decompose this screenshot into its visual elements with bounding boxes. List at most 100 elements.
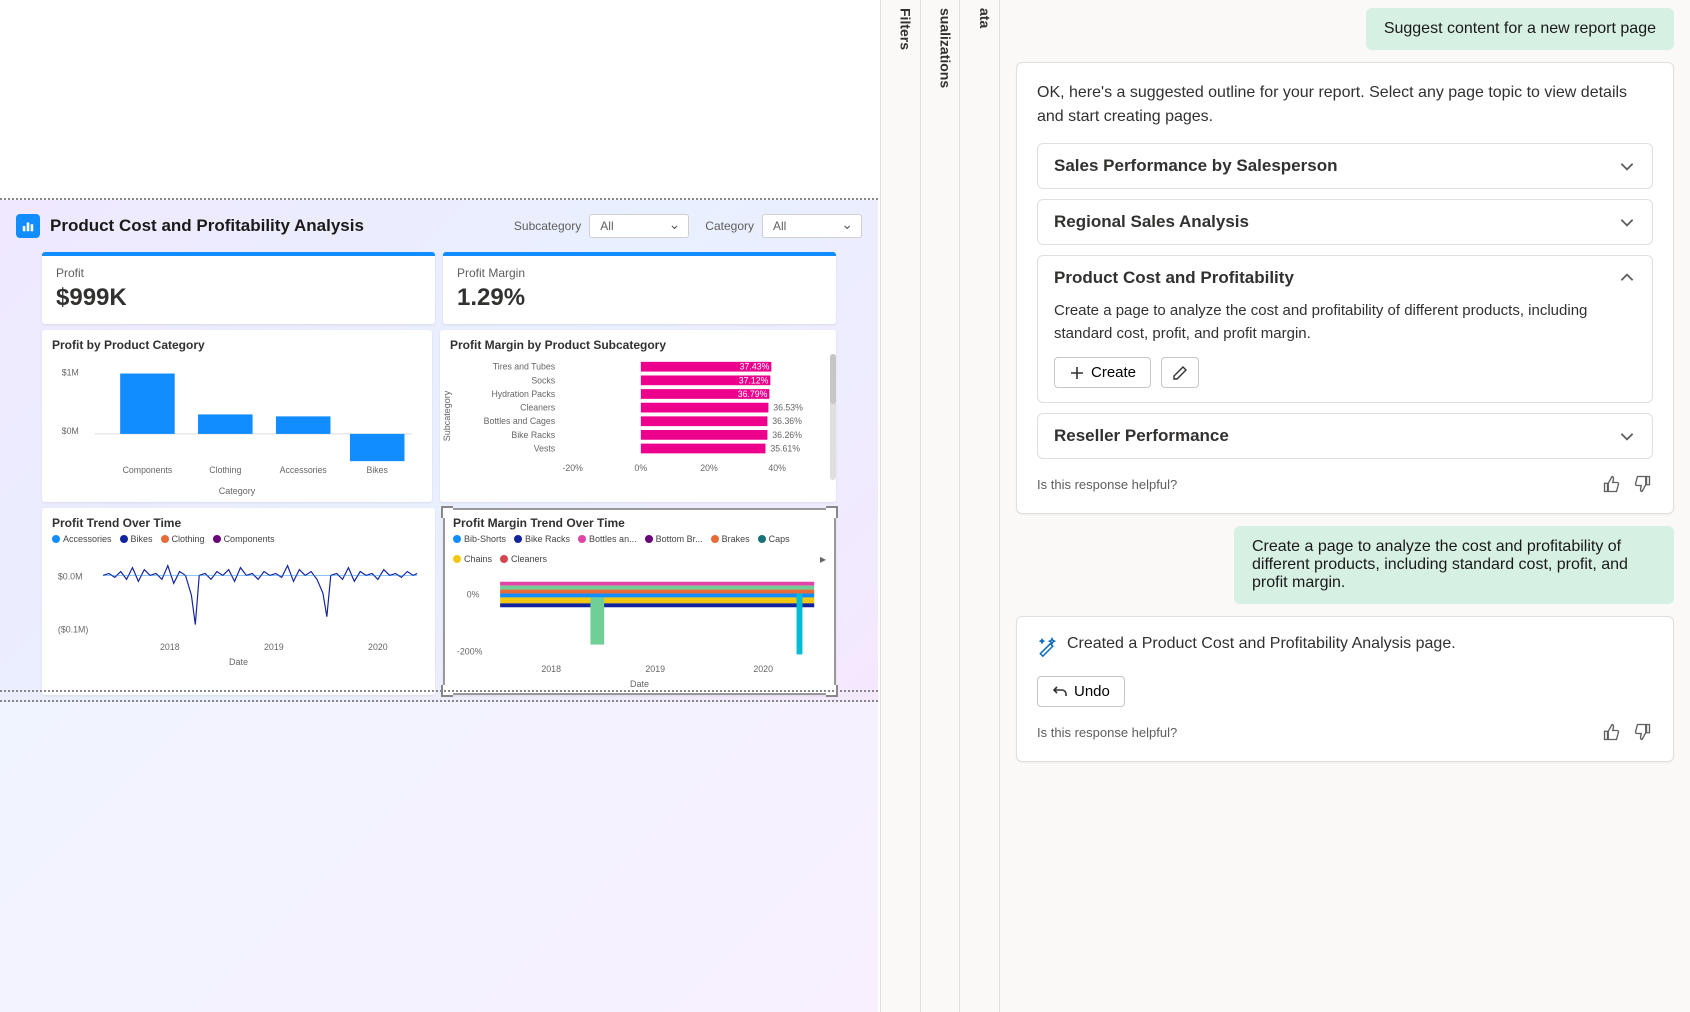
undo-button[interactable]: Undo	[1037, 676, 1125, 707]
svg-text:36.53%: 36.53%	[773, 403, 803, 413]
svg-text:40%: 40%	[768, 463, 786, 473]
topic-sales-performance[interactable]: Sales Performance by Salesperson	[1037, 143, 1653, 189]
chevron-down-icon	[1618, 427, 1636, 445]
thumbs-down-button[interactable]	[1631, 473, 1653, 495]
svg-text:Bike Racks: Bike Racks	[511, 430, 555, 440]
svg-text:Cleaners: Cleaners	[520, 403, 556, 413]
topic-regional-sales[interactable]: Regional Sales Analysis	[1037, 199, 1653, 245]
page-title: Product Cost and Profitability Analysis	[50, 216, 364, 236]
svg-text:2020: 2020	[753, 664, 773, 674]
svg-text:Socks: Socks	[531, 375, 555, 385]
svg-text:2019: 2019	[645, 664, 665, 674]
thumbs-up-button[interactable]	[1601, 473, 1623, 495]
topic-title: Product Cost and Profitability	[1054, 268, 1294, 288]
legend-overflow-icon[interactable]: ▸	[820, 552, 826, 566]
kpi-profit[interactable]: Profit $999K	[42, 252, 435, 324]
svg-text:Tires and Tubes: Tires and Tubes	[493, 362, 556, 372]
svg-text:Bottles and Cages: Bottles and Cages	[484, 416, 556, 426]
y-axis-label: Subcategory	[442, 391, 452, 442]
svg-text:2020: 2020	[368, 642, 388, 652]
report-page[interactable]: Product Cost and Profitability Analysis …	[0, 200, 878, 709]
svg-text:Hydration Packs: Hydration Packs	[491, 389, 555, 399]
undo-icon	[1052, 684, 1068, 700]
x-axis-label: Date	[52, 657, 425, 667]
thumbs-up-button[interactable]	[1601, 721, 1623, 743]
assistant-response: OK, here's a suggested outline for your …	[1016, 62, 1674, 514]
report-icon	[16, 214, 40, 238]
filter-category-label: Category	[705, 219, 754, 233]
report-canvas[interactable]: Product Cost and Profitability Analysis …	[0, 0, 880, 1012]
feedback-prompt: Is this response helpful?	[1037, 725, 1177, 740]
topic-title: Regional Sales Analysis	[1054, 212, 1249, 232]
user-message: Create a page to analyze the cost and pr…	[1234, 526, 1674, 604]
svg-text:37.12%: 37.12%	[739, 375, 769, 385]
svg-text:20%: 20%	[700, 463, 718, 473]
svg-text:2018: 2018	[160, 642, 180, 652]
pane-filters[interactable]: Filters	[881, 0, 921, 1012]
chevron-up-icon	[1618, 269, 1636, 287]
chart-scrollbar[interactable]	[830, 354, 836, 480]
x-axis-label: Date	[453, 679, 826, 689]
svg-text:37.43%: 37.43%	[740, 362, 770, 372]
wand-icon	[1037, 637, 1057, 662]
feedback-prompt: Is this response helpful?	[1037, 477, 1177, 492]
svg-text:0%: 0%	[467, 589, 480, 599]
chevron-down-icon	[1618, 213, 1636, 231]
svg-text:Clothing: Clothing	[209, 465, 241, 475]
svg-text:$1M: $1M	[62, 367, 79, 377]
thumbs-down-button[interactable]	[1631, 721, 1653, 743]
chart-title: Profit Trend Over Time	[52, 516, 425, 530]
svg-text:Bikes: Bikes	[367, 465, 389, 475]
filter-subcategory: Subcategory All	[514, 214, 689, 238]
svg-text:2018: 2018	[541, 664, 561, 674]
resize-handle[interactable]	[441, 506, 453, 518]
svg-text:-20%: -20%	[562, 463, 583, 473]
create-button[interactable]: Create	[1054, 357, 1151, 388]
x-axis-label: Category	[52, 486, 422, 496]
status-text: Created a Product Cost and Profitability…	[1067, 635, 1456, 653]
kpi-margin-value: 1.29%	[457, 284, 822, 312]
topic-reseller-performance[interactable]: Reseller Performance	[1037, 413, 1653, 459]
kpi-margin[interactable]: Profit Margin 1.29%	[443, 252, 836, 324]
topic-title: Sales Performance by Salesperson	[1054, 156, 1337, 176]
assistant-intro-text: OK, here's a suggested outline for your …	[1037, 81, 1653, 129]
filter-category-select[interactable]: All	[762, 214, 862, 238]
svg-text:($0.1M): ($0.1M)	[58, 624, 88, 634]
kpi-margin-label: Profit Margin	[457, 266, 822, 280]
assistant-status: Created a Product Cost and Profitability…	[1016, 616, 1674, 762]
svg-text:35.61%: 35.61%	[770, 443, 800, 453]
chart-title: Profit Margin by Product Subcategory	[450, 338, 820, 352]
pane-data[interactable]: ata	[960, 0, 1000, 1012]
chart-margin-by-subcategory[interactable]: Profit Margin by Product Subcategory Sub…	[440, 330, 836, 502]
pencil-icon	[1172, 365, 1188, 381]
resize-handle[interactable]	[826, 506, 838, 518]
filter-category: Category All	[705, 214, 862, 238]
chart-title: Profit Margin Trend Over Time	[453, 516, 826, 530]
chart-legend: Accessories Bikes Clothing Components	[52, 534, 425, 544]
svg-text:$0.0M: $0.0M	[58, 571, 83, 581]
svg-text:36.26%: 36.26%	[772, 430, 802, 440]
edit-button[interactable]	[1161, 357, 1199, 388]
side-panes: Filters sualizations ata	[880, 0, 1000, 1012]
svg-text:-200%: -200%	[457, 646, 483, 656]
chart-margin-trend[interactable]: Profit Margin Trend Over Time Bib-Shorts…	[443, 508, 836, 695]
topic-product-cost[interactable]: Product Cost and Profitability Create a …	[1037, 255, 1653, 403]
svg-text:Accessories: Accessories	[280, 465, 328, 475]
svg-text:$0M: $0M	[62, 426, 79, 436]
chevron-down-icon	[1618, 157, 1636, 175]
canvas-below	[0, 702, 878, 1012]
kpi-profit-value: $999K	[56, 284, 421, 312]
pane-visualizations[interactable]: sualizations	[921, 0, 961, 1012]
topic-description: Create a page to analyze the cost and pr…	[1054, 300, 1636, 345]
kpi-profit-label: Profit	[56, 266, 421, 280]
svg-text:Vests: Vests	[534, 443, 556, 453]
plus-icon	[1069, 365, 1085, 381]
filter-subcategory-select[interactable]: All	[589, 214, 689, 238]
svg-text:0%: 0%	[635, 463, 648, 473]
chart-profit-by-category[interactable]: Profit by Product Category $1M $0M Compo…	[42, 330, 432, 502]
user-message: Suggest content for a new report page	[1366, 8, 1674, 50]
svg-text:2019: 2019	[264, 642, 284, 652]
report-header: Product Cost and Profitability Analysis …	[8, 208, 870, 248]
svg-text:36.36%: 36.36%	[772, 416, 802, 426]
chart-profit-trend[interactable]: Profit Trend Over Time Accessories Bikes…	[42, 508, 435, 695]
